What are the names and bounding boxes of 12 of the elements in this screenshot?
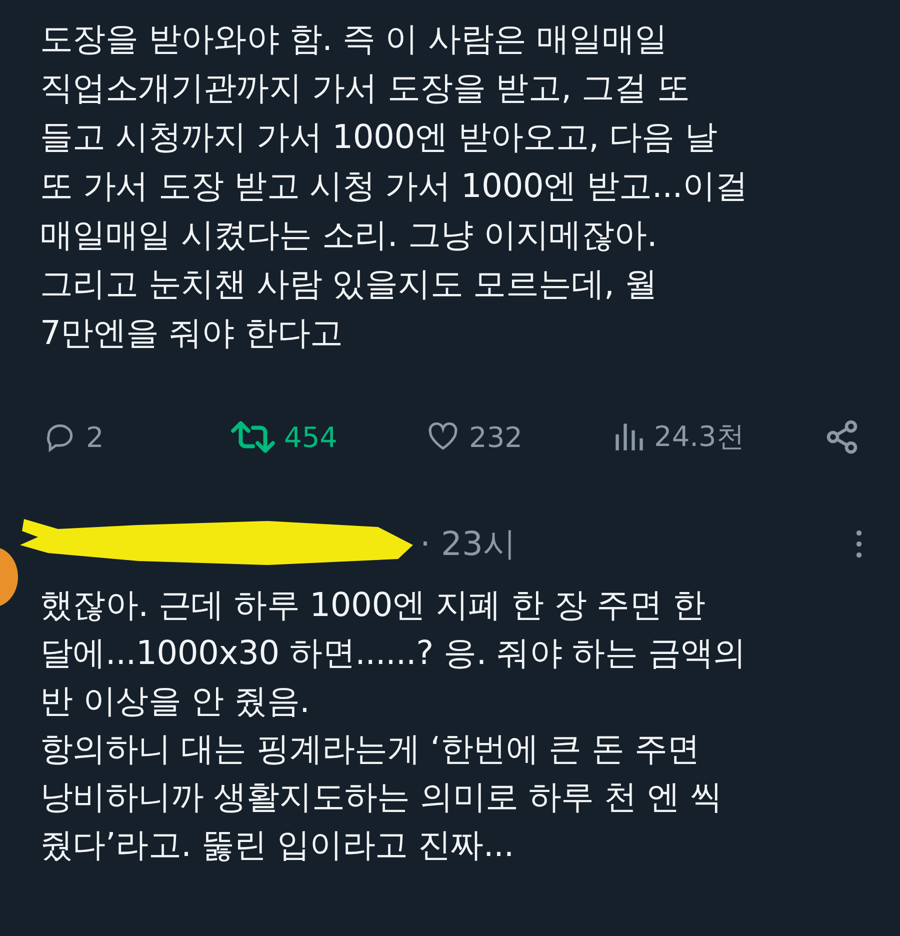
share-button[interactable]: [824, 418, 860, 456]
repost-button[interactable]: 454: [230, 420, 425, 454]
post-text: 도장을 받아와야 함. 즉 이 사람은 매일매일 직업소개기관까지 가서 도장을 받고, 그걸 또 들고 시청까지 가서 1000엔 받아오고, 다음 날 또 가서 도장 받고 시청 가서 1000엔 받고...이걸 매일매일 시켰다는 소리. 그냥 이지메잖아. 그리고 눈치챈 사람 있을지도 모르는데, 월 7만엔을 줘야 한다고: [39, 18, 749, 354]
more-icon: [854, 529, 864, 559]
share-icon: [824, 418, 860, 456]
like-button[interactable]: 232: [425, 420, 612, 454]
repost-icon: [230, 420, 276, 454]
more-button[interactable]: [854, 529, 864, 559]
post-time: · 23시: [420, 522, 516, 564]
reply-button[interactable]: 2: [42, 420, 230, 454]
reply-text: 했잖아. 근데 하루 1000엔 지폐 한 장 주면 한 달에...1000x30 하면......? 응. 줘야 하는 금액의 반 이상을 안 줬음. 항의하니 대는 핑계라는게 ‘한번에 큰 돈 주면 낭비하니까 생활지도하는 의미로 하루 천 엔 씩 줬다’라고. 뚫린 입이라고 진짜...: [39, 584, 747, 866]
views-button[interactable]: 24.3천: [612, 418, 802, 456]
